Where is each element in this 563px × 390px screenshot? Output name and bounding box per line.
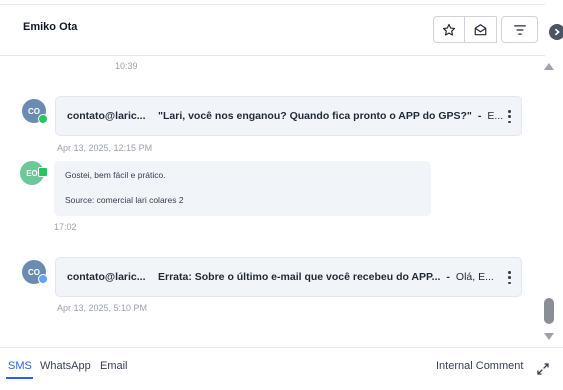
composer-tabs-bar: SMS WhatsApp Email Internal Comment bbox=[0, 347, 563, 390]
more-options-icon[interactable] bbox=[508, 110, 511, 123]
message-time: 17:02 bbox=[54, 222, 77, 232]
scroll-up-arrow-icon[interactable] bbox=[544, 63, 554, 70]
sms-channel-badge bbox=[38, 167, 48, 177]
email-channel-badge bbox=[38, 274, 48, 284]
mark-read-button[interactable] bbox=[465, 16, 497, 43]
star-icon bbox=[442, 23, 456, 36]
tab-email[interactable]: Email bbox=[100, 360, 128, 372]
message-text: Gostei, bem fácil e prático. bbox=[65, 170, 166, 180]
star-button[interactable] bbox=[433, 16, 465, 43]
sms-message-bubble[interactable]: Gostei, bem fácil e prático. Source: com… bbox=[54, 161, 431, 216]
filter-icon bbox=[513, 24, 526, 35]
tab-whatsapp[interactable]: WhatsApp bbox=[40, 360, 91, 372]
contact-name[interactable]: Emiko Ota bbox=[23, 21, 77, 33]
email-preview: Olá, E... bbox=[455, 271, 494, 283]
email-separator: - bbox=[477, 110, 482, 122]
email-channel-badge bbox=[38, 114, 48, 124]
expand-composer-button[interactable] bbox=[537, 362, 549, 375]
more-options-icon[interactable] bbox=[508, 271, 511, 284]
message-source: Source: comercial lari colares 2 bbox=[65, 195, 184, 205]
email-message-card[interactable]: contato@laric... Errata: Sobre o último … bbox=[55, 257, 522, 297]
email-subject: Errata: Sobre o último e-mail que você r… bbox=[158, 271, 441, 283]
email-message-card[interactable]: contato@laric... "Lari, você nos enganou… bbox=[55, 96, 522, 136]
internal-comment-tab[interactable]: Internal Comment bbox=[436, 360, 523, 372]
email-separator: - bbox=[446, 271, 450, 283]
conversation-header: Emiko Ota bbox=[0, 0, 563, 56]
chevron-right-icon bbox=[554, 28, 560, 36]
scroll-thumb[interactable] bbox=[544, 298, 554, 324]
mail-open-icon bbox=[474, 23, 487, 35]
scroll-down-arrow-icon[interactable] bbox=[544, 333, 554, 340]
email-sender: contato@laric... bbox=[67, 110, 146, 122]
header-actions bbox=[433, 16, 538, 43]
filter-button[interactable] bbox=[501, 16, 538, 43]
email-preview: E... bbox=[487, 110, 504, 122]
tab-sms[interactable]: SMS bbox=[8, 360, 32, 372]
email-sender: contato@laric... bbox=[67, 271, 146, 283]
active-tab-indicator bbox=[6, 377, 33, 379]
avatar-initials: CO bbox=[28, 106, 40, 116]
message-thread[interactable]: 10:39 CO contato@laric... "Lari, você no… bbox=[0, 57, 545, 347]
collapse-panel-button[interactable] bbox=[549, 24, 563, 40]
avatar-initials: EO bbox=[26, 168, 38, 178]
message-time: 10:39 bbox=[115, 61, 138, 71]
divider bbox=[0, 4, 545, 5]
message-timestamp: Apr 13, 2025, 12:15 PM bbox=[57, 143, 153, 153]
message-timestamp: Apr 13, 2025, 5:10 PM bbox=[57, 303, 148, 313]
email-subject: "Lari, você nos enganou? Quando fica pro… bbox=[158, 110, 472, 122]
expand-icon bbox=[537, 363, 549, 375]
thread-scrollbar[interactable] bbox=[541, 57, 557, 347]
